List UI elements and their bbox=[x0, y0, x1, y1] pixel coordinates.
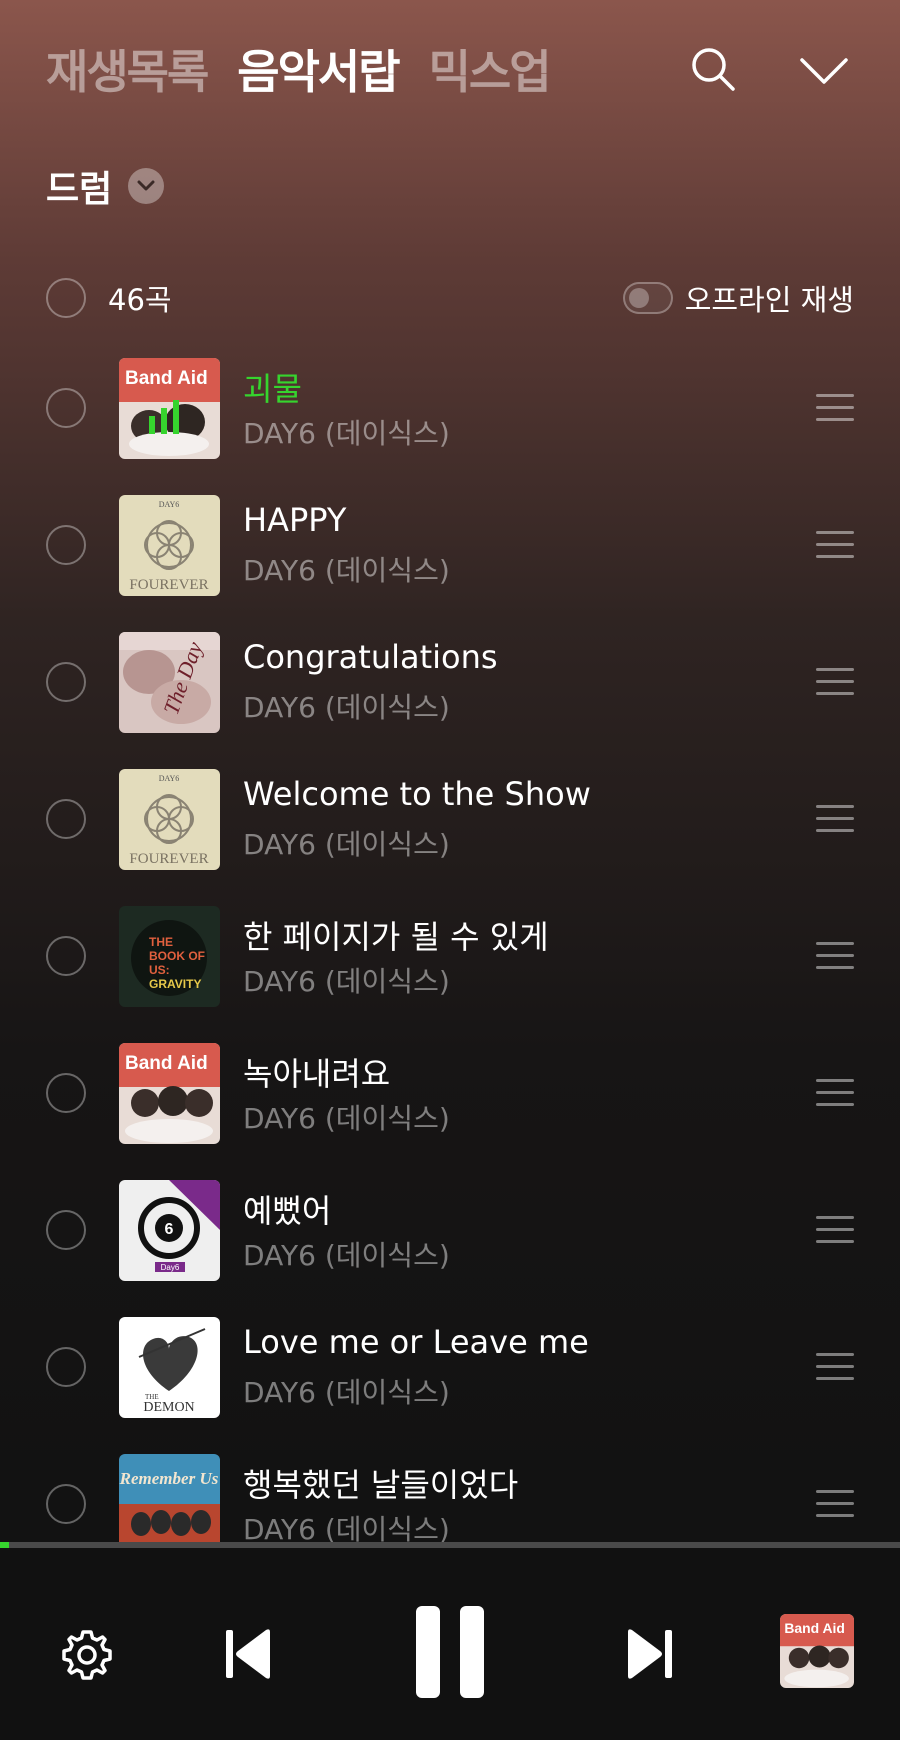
album-cover: Band Aid bbox=[119, 358, 220, 459]
song-artist: DAY6 (데이식스) bbox=[243, 417, 450, 450]
header-tabs: 재생목록 음악서랍 믹스업 bbox=[46, 36, 552, 102]
song-checkbox[interactable] bbox=[46, 1073, 86, 1113]
previous-track-icon[interactable] bbox=[224, 1626, 274, 1682]
cover-text: Day6 bbox=[161, 1263, 180, 1272]
song-checkbox[interactable] bbox=[46, 525, 86, 565]
song-title: HAPPY bbox=[243, 501, 347, 539]
drag-handle-icon[interactable] bbox=[816, 394, 854, 422]
song-artist: DAY6 (데이식스) bbox=[243, 1376, 450, 1409]
mini-player: Band Aid bbox=[0, 1548, 900, 1740]
tab-mixup[interactable]: 믹스업 bbox=[429, 36, 552, 102]
song-checkbox[interactable] bbox=[46, 1347, 86, 1387]
song-row[interactable]: DAY6 FOUREVER Welcome to the Show DAY6 (… bbox=[0, 767, 900, 871]
song-title: 예뻤어 bbox=[243, 1192, 332, 1230]
song-title: 한 페이지가 될 수 있게 bbox=[243, 918, 549, 956]
drag-handle-icon[interactable] bbox=[816, 1216, 854, 1244]
album-cover: DAY6 FOUREVER bbox=[119, 495, 220, 596]
playlist-selector[interactable]: 드럼 bbox=[46, 160, 165, 212]
dropdown-chevron-icon[interactable] bbox=[128, 168, 165, 204]
song-row[interactable]: DAY6 FOUREVER HAPPY DAY6 (데이식스) bbox=[0, 493, 900, 597]
drag-handle-icon[interactable] bbox=[816, 1490, 854, 1518]
cover-text: US: bbox=[149, 963, 170, 977]
song-row[interactable]: Band Aid 괴물 DAY6 (데이식스) bbox=[0, 356, 900, 460]
song-artist: DAY6 (데이식스) bbox=[243, 828, 450, 861]
tab-playlist[interactable]: 재생목록 bbox=[46, 36, 209, 102]
song-title: Congratulations bbox=[243, 638, 498, 676]
offline-play: 오프라인 재생 bbox=[622, 277, 854, 319]
settings-gear-icon[interactable] bbox=[60, 1628, 114, 1682]
song-list: Band Aid 괴물 DAY6 (데이식스) DAY6 FOUREVER HA… bbox=[0, 356, 900, 1542]
song-row[interactable]: THE BOOK OF US: GRAVITY 한 페이지가 될 수 있게 DA… bbox=[0, 904, 900, 1008]
song-artist: DAY6 (데이식스) bbox=[243, 1102, 450, 1135]
svg-text:6: 6 bbox=[165, 1221, 174, 1238]
song-checkbox[interactable] bbox=[46, 662, 86, 702]
album-cover: The Day bbox=[119, 632, 220, 733]
album-cover: Remember Us bbox=[119, 1454, 220, 1542]
drag-handle-icon[interactable] bbox=[816, 531, 854, 559]
drag-handle-icon[interactable] bbox=[816, 1353, 854, 1381]
pause-icon[interactable] bbox=[414, 1604, 486, 1700]
cover-text: BOOK OF bbox=[149, 949, 205, 963]
offline-label: 오프라인 재생 bbox=[684, 283, 854, 317]
album-cover: THE BOOK OF US: GRAVITY bbox=[119, 906, 220, 1007]
cover-text: FOUREVER bbox=[129, 577, 208, 593]
album-cover: Band Aid bbox=[119, 1043, 220, 1144]
song-row[interactable]: Remember Us 행복했던 날들이었다 DAY6 (데이식스) bbox=[0, 1452, 900, 1542]
cover-text: Band Aid bbox=[784, 1620, 845, 1636]
drag-handle-icon[interactable] bbox=[816, 942, 854, 970]
song-checkbox[interactable] bbox=[46, 1484, 86, 1524]
album-cover: DAY6 FOUREVER bbox=[119, 769, 220, 870]
song-artist: DAY6 (데이식스) bbox=[243, 1513, 450, 1542]
cover-text: DEMON bbox=[143, 1400, 194, 1415]
cover-text: FOUREVER bbox=[129, 851, 208, 867]
song-row[interactable]: Band Aid 녹아내려요 DAY6 (데이식스) bbox=[0, 1041, 900, 1145]
cover-text: Band Aid bbox=[125, 368, 208, 389]
song-title: 괴물 bbox=[243, 370, 302, 408]
album-cover: 6 Day6 bbox=[119, 1180, 220, 1281]
song-row[interactable]: 6 Day6 예뻤어 DAY6 (데이식스) bbox=[0, 1178, 900, 1282]
song-artist: DAY6 (데이식스) bbox=[243, 1239, 450, 1272]
song-artist: DAY6 (데이식스) bbox=[243, 554, 450, 587]
cover-text: Remember Us bbox=[119, 1469, 219, 1488]
song-row[interactable]: THE DEMON Love me or Leave me DAY6 (데이식스… bbox=[0, 1315, 900, 1419]
playlist-name: 드럼 bbox=[46, 169, 113, 210]
search-icon[interactable] bbox=[688, 44, 738, 94]
song-title: Love me or Leave me bbox=[243, 1323, 589, 1361]
toggle-knob bbox=[628, 288, 649, 308]
cover-text: THE bbox=[149, 935, 173, 949]
cover-text: Band Aid bbox=[125, 1053, 208, 1074]
song-checkbox[interactable] bbox=[46, 1210, 86, 1250]
album-cover: THE DEMON bbox=[119, 1317, 220, 1418]
song-title: Welcome to the Show bbox=[243, 775, 591, 813]
song-row[interactable]: The Day Congratulations DAY6 (데이식스) bbox=[0, 630, 900, 734]
next-track-icon[interactable] bbox=[624, 1626, 674, 1682]
cover-text: DAY6 bbox=[159, 774, 180, 783]
offline-toggle[interactable] bbox=[622, 282, 673, 314]
song-title: 행복했던 날들이었다 bbox=[243, 1466, 519, 1504]
song-artist: DAY6 (데이식스) bbox=[243, 691, 450, 724]
chevron-down-icon[interactable] bbox=[798, 50, 850, 90]
drag-handle-icon[interactable] bbox=[816, 805, 854, 833]
song-checkbox[interactable] bbox=[46, 388, 86, 428]
song-checkbox[interactable] bbox=[46, 799, 86, 839]
drag-handle-icon[interactable] bbox=[816, 1079, 854, 1107]
song-checkbox[interactable] bbox=[46, 936, 86, 976]
drag-handle-icon[interactable] bbox=[816, 668, 854, 696]
select-all-checkbox[interactable] bbox=[46, 278, 86, 318]
tab-music-drawer[interactable]: 음악서랍 bbox=[237, 36, 400, 102]
song-count: 46곡 bbox=[108, 283, 172, 317]
song-title: 녹아내려요 bbox=[243, 1055, 391, 1093]
list-header: 46곡 오프라인 재생 bbox=[46, 276, 854, 320]
cover-text: GRAVITY bbox=[149, 977, 201, 991]
cover-text: DAY6 bbox=[159, 500, 180, 509]
now-playing-cover[interactable]: Band Aid bbox=[780, 1614, 854, 1688]
song-artist: DAY6 (데이식스) bbox=[243, 965, 450, 998]
